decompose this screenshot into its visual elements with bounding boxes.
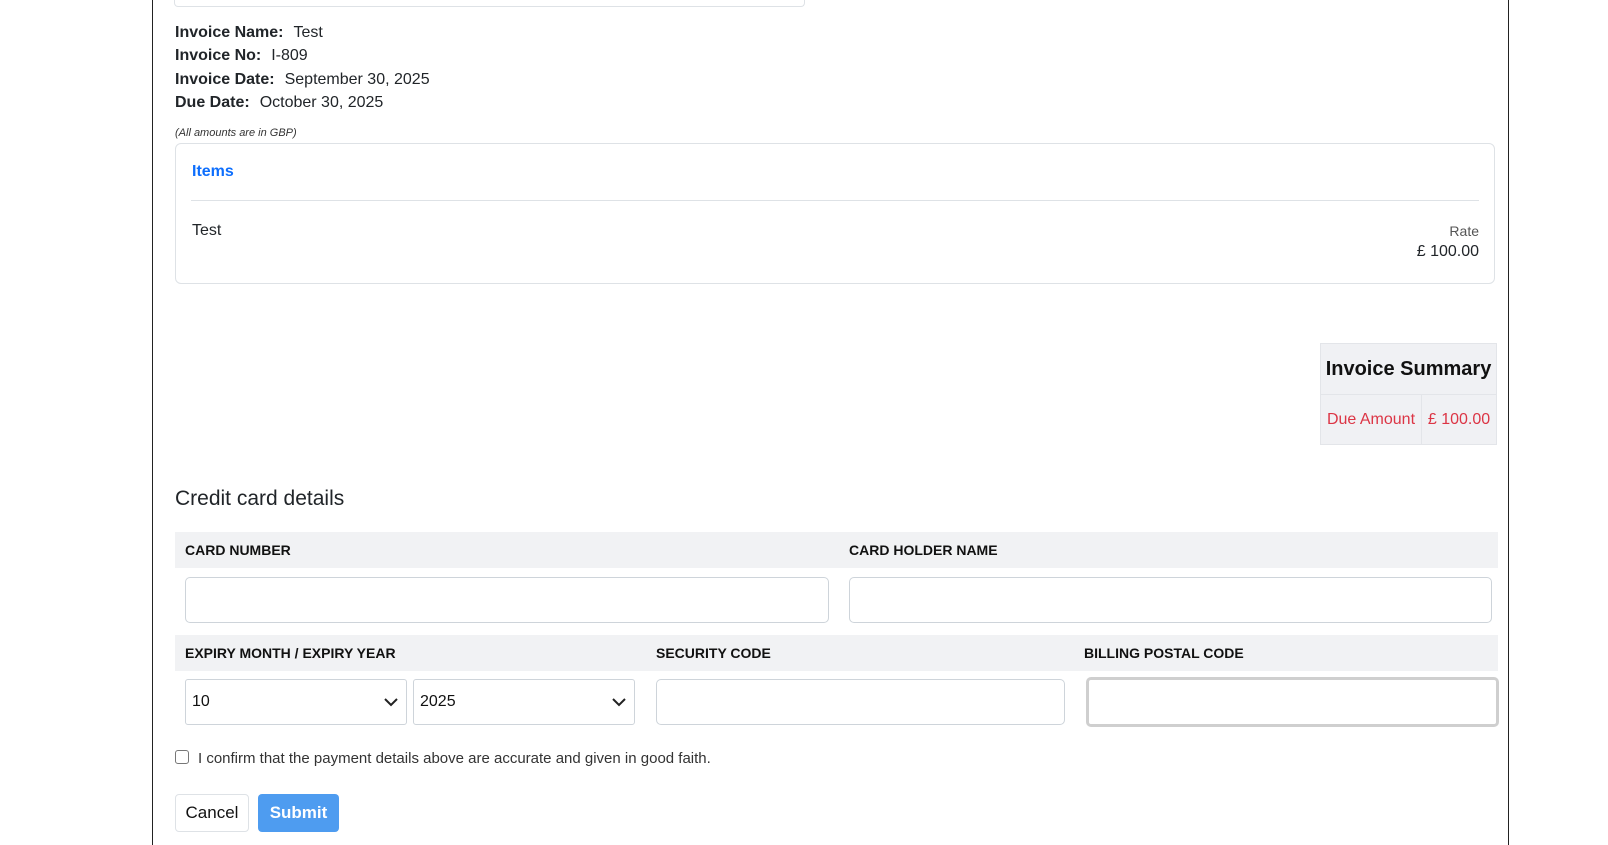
expiry-month-select[interactable]: 10 [185, 679, 407, 725]
card-number-input[interactable] [185, 577, 829, 623]
credit-card-title: Credit card details [175, 487, 345, 510]
invoice-no-row: Invoice No: I-809 [175, 44, 308, 67]
confirm-text: I confirm that the payment details above… [198, 750, 711, 767]
due-date-row: Due Date: October 30, 2025 [175, 91, 383, 114]
billing-postal-input[interactable] [1086, 677, 1499, 727]
card-labels-bar: CARD NUMBER CARD HOLDER NAME [175, 532, 1498, 568]
invoice-date-row: Invoice Date: September 30, 2025 [175, 68, 430, 91]
confirm-checkbox[interactable] [175, 750, 189, 764]
items-title: Items [192, 163, 234, 180]
card-holder-label: CARD HOLDER NAME [849, 542, 998, 558]
amounts-currency-note: (All amounts are in GBP) [175, 127, 297, 139]
invoice-name-label: Invoice Name: [175, 24, 284, 41]
item-name: Test [192, 222, 222, 239]
invoice-summary: Invoice Summary Due Amount £ 100.00 [1320, 343, 1497, 445]
cancel-button[interactable]: Cancel [175, 794, 249, 832]
invoice-no-label: Invoice No: [175, 47, 262, 64]
card-holder-input[interactable] [849, 577, 1492, 623]
invoice-summary-title: Invoice Summary [1321, 344, 1496, 395]
expiry-label: EXPIRY MONTH / EXPIRY YEAR [185, 645, 396, 661]
invoice-date-label: Invoice Date: [175, 71, 275, 88]
chevron-down-icon [612, 698, 626, 707]
expiry-year-select[interactable]: 2025 [413, 679, 635, 725]
invoice-name-value: Test [293, 24, 323, 41]
item-rate-label: Rate [1449, 223, 1479, 239]
submit-button[interactable]: Submit [258, 794, 339, 832]
top-panel [174, 0, 805, 7]
due-date-label: Due Date: [175, 94, 250, 111]
items-card: Items Test Rate £ 100.00 [175, 143, 1495, 284]
security-code-input[interactable] [656, 679, 1065, 725]
due-amount-value: £ 100.00 [1427, 411, 1491, 428]
invoice-no-value: I-809 [271, 47, 308, 64]
billing-postal-label: BILLING POSTAL CODE [1084, 645, 1244, 661]
due-amount-row: Due Amount £ 100.00 [1321, 395, 1496, 445]
expiry-year-value: 2025 [420, 693, 456, 710]
chevron-down-icon [384, 698, 398, 707]
invoice-date-value: September 30, 2025 [284, 71, 430, 88]
item-rate-value: £ 100.00 [1416, 243, 1479, 260]
invoice-payment-page: Invoice Name: Test Invoice No: I-809 Invoi… [152, 0, 1509, 845]
due-date-value: October 30, 2025 [259, 94, 384, 111]
expiry-labels-bar: EXPIRY MONTH / EXPIRY YEAR SECURITY CODE… [175, 635, 1498, 671]
due-amount-label: Due Amount [1321, 395, 1422, 445]
expiry-month-value: 10 [192, 693, 210, 710]
invoice-name-row: Invoice Name: Test [175, 21, 323, 44]
items-divider [191, 200, 1479, 201]
security-code-label: SECURITY CODE [656, 645, 771, 661]
card-number-label: CARD NUMBER [185, 542, 291, 558]
